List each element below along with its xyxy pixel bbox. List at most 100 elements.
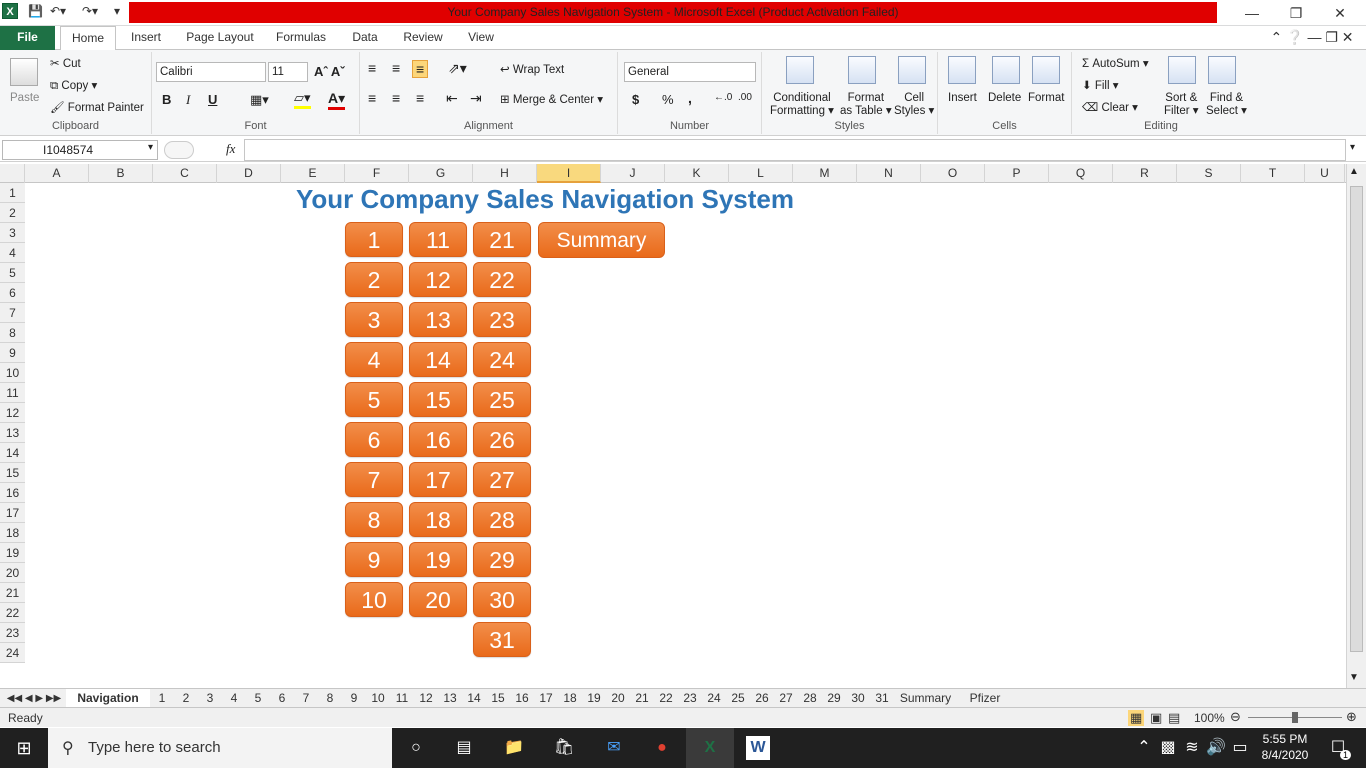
volume-icon[interactable]: 🔊 [1204,736,1228,760]
conditional-formatting-button[interactable]: Conditional Formatting ▾ [770,92,834,118]
find-select-button[interactable]: Find & Select ▾ [1206,92,1247,118]
sheet-nav-button[interactable]: 21 [473,222,531,257]
fill-button[interactable]: ⬇ Fill ▾ [1082,78,1119,92]
column-header-f[interactable]: F [345,164,409,183]
insert-cells-button[interactable]: Insert [948,92,977,104]
sheet-nav-button[interactable]: 11 [409,222,467,257]
increase-indent-icon[interactable]: ⇥ [470,90,482,107]
tab-view[interactable]: View [460,26,502,50]
sort-filter-icon[interactable] [1168,56,1196,84]
sheet-tab[interactable]: 20 [606,689,630,708]
sheet-nav-button[interactable]: 3 [345,302,403,337]
font-name-select[interactable]: Calibri [156,62,266,82]
sheet-tab[interactable]: 25 [726,689,750,708]
tab-data[interactable]: Data [344,26,386,50]
wrap-text-button[interactable]: ↩ Wrap Text [500,62,564,76]
network-icon[interactable]: ▩ [1156,736,1180,760]
sheet-tab[interactable]: 29 [822,689,846,708]
excel-logo-icon[interactable]: X [2,3,18,19]
tab-insert[interactable]: Insert [124,26,168,50]
row-header-8[interactable]: 8 [0,323,25,343]
sheet-tab[interactable]: 22 [654,689,678,708]
select-all-button[interactable] [0,164,25,183]
clear-button[interactable]: ⌫ Clear ▾ [1082,100,1138,114]
summary-nav-button[interactable]: Summary [538,222,665,258]
row-header-2[interactable]: 2 [0,203,25,223]
column-header-c[interactable]: C [153,164,217,183]
row-header-4[interactable]: 4 [0,243,25,263]
underline-button[interactable]: U [208,92,217,107]
zoom-level[interactable]: 100% [1194,711,1225,725]
cell-styles-button[interactable]: Cell Styles ▾ [894,92,934,118]
vertical-scrollbar[interactable]: ▲ ▼ [1346,164,1366,688]
row-header-13[interactable]: 13 [0,423,25,443]
sheet-tab[interactable]: 10 [366,689,390,708]
row-header-7[interactable]: 7 [0,303,25,323]
sheet-nav-button[interactable]: 25 [473,382,531,417]
sheet-tab[interactable]: 23 [678,689,702,708]
sheet-tab[interactable]: 8 [318,689,342,708]
doc-close-icon[interactable]: ✕ [1342,29,1354,45]
restore-icon[interactable]: ❐ [1276,2,1316,24]
zoom-out-icon[interactable]: ⊖ [1230,709,1241,725]
align-right-icon[interactable]: ≡ [416,90,424,106]
fill-color-icon[interactable]: ▱▾ [294,90,311,109]
sheet-tab[interactable]: 13 [438,689,462,708]
align-center-icon[interactable]: ≡ [392,90,400,106]
sheet-nav-button[interactable]: 9 [345,542,403,577]
sheet-tab[interactable]: 11 [390,689,414,708]
font-color-icon[interactable]: A▾ [328,90,346,110]
sheet-tab[interactable]: 30 [846,689,870,708]
sheet-tab[interactable]: 4 [222,689,246,708]
page-layout-view-icon[interactable]: ▣ [1150,710,1162,726]
row-header-12[interactable]: 12 [0,403,25,423]
sheet-nav-button[interactable]: 30 [473,582,531,617]
sheet-tab[interactable]: 17 [534,689,558,708]
row-header-15[interactable]: 15 [0,463,25,483]
sheet-nav-button[interactable]: 12 [409,262,467,297]
merge-center-button[interactable]: ⊞ Merge & Center ▾ [500,92,603,106]
sheet-nav-button[interactable]: 28 [473,502,531,537]
increase-decimal-icon[interactable]: ←.0 [714,92,732,103]
zoom-slider-thumb[interactable] [1292,712,1298,723]
scroll-thumb[interactable] [1350,186,1363,652]
formula-input[interactable] [244,139,1346,161]
sheet-nav-button[interactable]: 24 [473,342,531,377]
sheet-tab[interactable]: 26 [750,689,774,708]
sheet-nav-button[interactable]: 29 [473,542,531,577]
file-explorer-icon[interactable]: 📁 [502,736,526,760]
save-icon[interactable]: 💾 [28,4,43,20]
sheet-nav-button[interactable]: 8 [345,502,403,537]
insert-cells-icon[interactable] [948,56,976,84]
row-header-3[interactable]: 3 [0,223,25,243]
row-header-19[interactable]: 19 [0,543,25,563]
comma-button[interactable]: , [688,90,692,106]
show-hidden-icons[interactable]: ⌃ [1132,736,1156,760]
row-header-16[interactable]: 16 [0,483,25,503]
sheet-nav-button[interactable]: 17 [409,462,467,497]
paste-icon[interactable] [10,58,38,86]
windows-start-icon[interactable]: ⊞ [12,736,36,760]
column-header-o[interactable]: O [921,164,985,183]
scroll-down-icon[interactable]: ▼ [1349,672,1359,683]
normal-view-icon[interactable]: ▦ [1128,710,1145,726]
zoom-in-icon[interactable]: ⊕ [1346,709,1357,725]
sheet-tab[interactable]: 1 [150,689,174,708]
row-header-17[interactable]: 17 [0,503,25,523]
column-header-n[interactable]: N [857,164,921,183]
sheet-nav-button[interactable]: 2 [345,262,403,297]
orientation-icon[interactable]: ⇗▾ [448,60,467,77]
cortana-icon[interactable]: ○ [404,736,428,760]
sheet-nav-button[interactable]: 19 [409,542,467,577]
sheet-nav-button[interactable]: 31 [473,622,531,657]
row-header-18[interactable]: 18 [0,523,25,543]
format-as-table-icon[interactable] [848,56,876,84]
sheet-tab[interactable]: Summary [894,689,957,708]
sheet-tab[interactable]: 21 [630,689,654,708]
mail-icon[interactable]: ✉ [602,736,626,760]
tab-formulas[interactable]: Formulas [270,26,332,50]
sheet-nav-button[interactable]: 6 [345,422,403,457]
column-header-l[interactable]: L [729,164,793,183]
row-header-14[interactable]: 14 [0,443,25,463]
conditional-formatting-icon[interactable] [786,56,814,84]
